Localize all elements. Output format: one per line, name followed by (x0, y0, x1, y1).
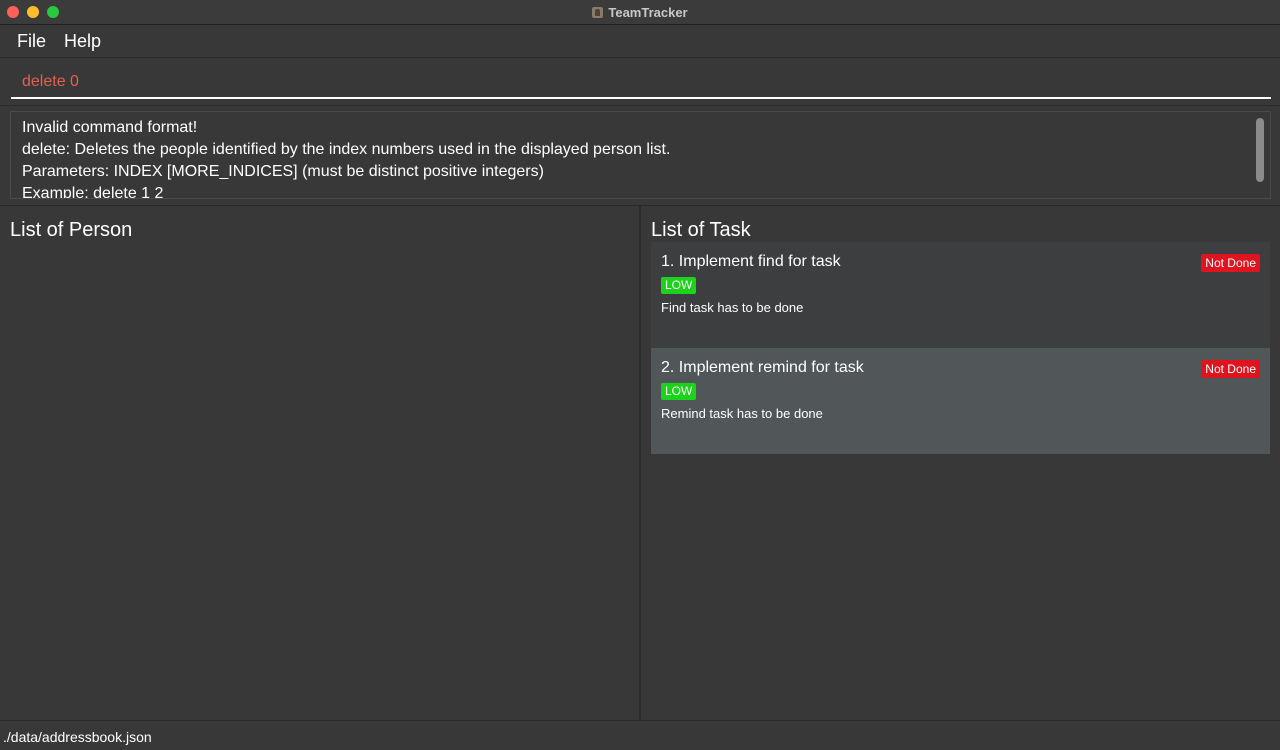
task-name: 2. Implement remind for task (661, 359, 864, 376)
person-list-pane: List of Person (0, 206, 639, 720)
status-badge: Not Done (1201, 254, 1260, 272)
save-file-path: ./data/addressbook.json (3, 729, 152, 745)
menu-help[interactable]: Help (55, 31, 110, 52)
result-text[interactable]: Invalid command format! delete: Deletes t… (22, 117, 1242, 199)
menu-file[interactable]: File (8, 31, 55, 52)
command-box (0, 58, 1280, 106)
status-badge: Not Done (1201, 360, 1260, 378)
person-list-title: List of Person (10, 219, 133, 241)
task-list-pane: List of Task 1. Implement find for task … (641, 206, 1280, 720)
result-line: Example: delete 1 2 (22, 185, 164, 199)
command-input[interactable] (11, 66, 1271, 99)
title-bar: TeamTracker (0, 0, 1280, 25)
result-line: Parameters: INDEX [MORE_INDICES] (must b… (22, 163, 544, 180)
task-description: Find task has to be done (661, 300, 804, 315)
status-bar: ./data/addressbook.json (0, 720, 1280, 750)
app-icon (592, 7, 604, 18)
menu-bar: File Help (0, 26, 1280, 58)
priority-badge: LOW (661, 277, 697, 294)
task-description: Remind task has to be done (661, 406, 823, 421)
task-card[interactable]: 1. Implement find for task Not Done LOW … (651, 242, 1270, 348)
result-scrollbar[interactable] (1256, 118, 1264, 182)
window-title-group: TeamTracker (0, 0, 1280, 25)
priority-badge: LOW (661, 383, 697, 400)
task-card[interactable]: 2. Implement remind for task Not Done LO… (651, 348, 1270, 454)
window-title: TeamTracker (608, 5, 688, 20)
task-list-title: List of Task (651, 219, 751, 241)
task-list: 1. Implement find for task Not Done LOW … (651, 242, 1270, 454)
result-display: Invalid command format! delete: Deletes t… (10, 111, 1271, 199)
task-name: 1. Implement find for task (661, 253, 841, 270)
result-line: delete: Deletes the people identified by… (22, 141, 671, 158)
result-line: Invalid command format! (22, 119, 198, 136)
